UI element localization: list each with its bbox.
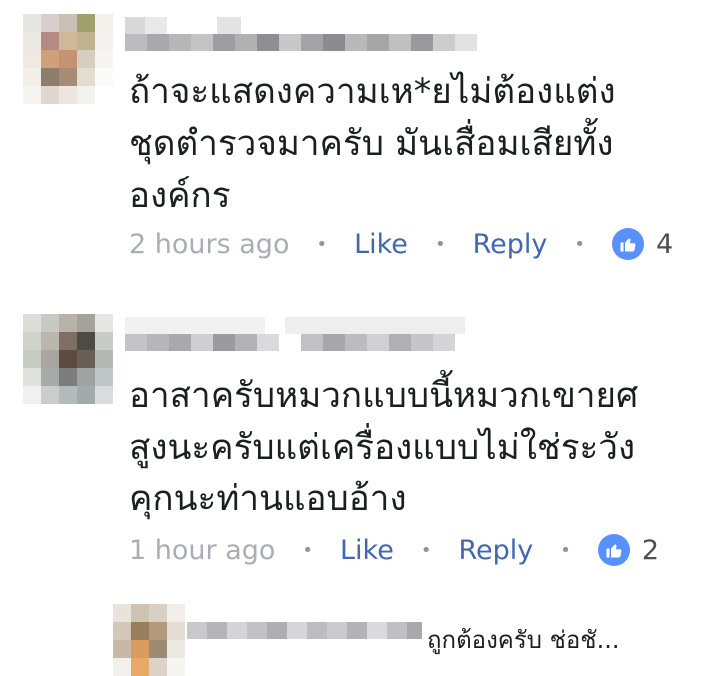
author-name-blurred[interactable] — [125, 17, 261, 34]
separator: • — [574, 233, 585, 255]
comment-text-line-3: คุกนะท่านแอบอ้าง — [129, 479, 407, 519]
comment-text-line-2: สูงนะครับแต่เครื่องแบบไม่ใช่ระวัง — [129, 428, 636, 468]
separator: • — [316, 233, 328, 255]
like-button[interactable]: Like — [354, 229, 408, 260]
reply-button[interactable]: Reply — [458, 535, 533, 566]
author-name-blurred[interactable] — [187, 622, 422, 639]
comment-text-line-3: องค์กร — [129, 176, 231, 216]
reaction-count[interactable]: 2 — [642, 535, 659, 566]
avatar[interactable] — [23, 314, 113, 404]
separator: • — [560, 539, 571, 561]
thumbs-up-icon[interactable] — [611, 228, 644, 260]
reply-button[interactable]: Reply — [473, 229, 548, 260]
comment-text-line-1: ถ้าจะแสดงความเห*ยไม่ต้องแต่ง — [129, 72, 616, 112]
reaction-count[interactable]: 4 — [656, 229, 673, 260]
avatar[interactable] — [113, 604, 185, 676]
like-button[interactable]: Like — [340, 535, 394, 566]
avatar[interactable] — [23, 14, 113, 104]
timestamp[interactable]: 2 hours ago — [129, 229, 289, 260]
comment-meta: 2 hours ago • Like • Reply • 4 — [129, 224, 673, 264]
separator: • — [434, 233, 446, 255]
reply-preview-text[interactable]: ถูกต้องครับ ช่อชั... — [427, 620, 619, 659]
separator: • — [302, 539, 314, 561]
comment-text-line-1: อาสาครับหมวกแบบนี้หมวกเขายศ — [129, 376, 639, 416]
author-name-blurred-row-2 — [125, 34, 477, 51]
author-name-blurred-row-2 — [125, 334, 455, 351]
timestamp[interactable]: 1 hour ago — [129, 535, 275, 566]
comment-text-line-2: ชุดตำรวจมาครับ มันเสื่อมเสียทั้ง — [129, 124, 614, 164]
comment-2: อาสาครับหมวกแบบนี้หมวกเขายศ สูงนะครับแต่… — [0, 300, 720, 590]
comment-1: ถ้าจะแสดงความเห*ยไม่ต้องแต่ง ชุดตำรวจมาค… — [0, 0, 720, 280]
reply-preview[interactable]: ถูกต้องครับ ช่อชั... — [0, 600, 720, 676]
separator: • — [420, 539, 432, 561]
thumbs-up-icon[interactable] — [597, 534, 630, 566]
comment-meta: 1 hour ago • Like • Reply • 2 — [129, 530, 659, 570]
author-name-blurred[interactable] — [125, 317, 465, 334]
